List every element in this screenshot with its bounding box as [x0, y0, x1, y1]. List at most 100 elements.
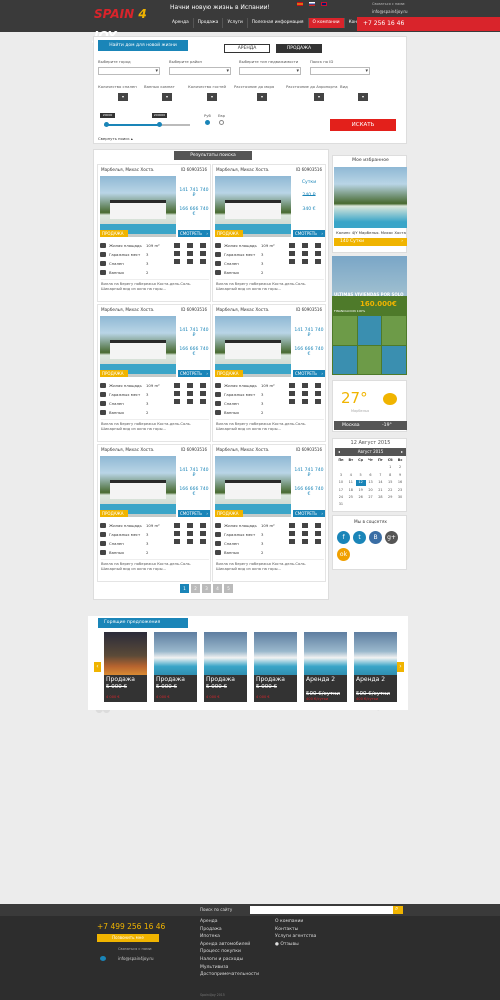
collapse-search-link[interactable]: Свернуть поиск ▴: [98, 136, 133, 141]
footer-link[interactable]: Налоги и расходы: [200, 956, 259, 964]
card-view-button[interactable]: СМОТРЕТЬ ›: [293, 510, 325, 517]
callback-button[interactable]: Позвонить мне: [97, 934, 159, 942]
price-slider-min-handle[interactable]: [104, 122, 109, 127]
city-select[interactable]: [98, 67, 160, 75]
nav-item-sale[interactable]: Продажа: [194, 18, 224, 28]
footer-link[interactable]: Аренда: [200, 918, 259, 926]
footer-link[interactable]: ● Отзывы: [275, 941, 316, 949]
calendar-day[interactable]: 4: [346, 473, 356, 478]
calendar-day[interactable]: 23: [395, 488, 405, 493]
footer-link[interactable]: Достопримечательности: [200, 971, 259, 979]
id-search-input[interactable]: [310, 67, 370, 75]
page-5[interactable]: 5: [224, 584, 233, 593]
calendar-day[interactable]: 15: [385, 480, 395, 485]
card-photo[interactable]: [100, 176, 176, 237]
calendar-day[interactable]: 14: [375, 480, 385, 485]
calendar-day[interactable]: 3: [336, 473, 346, 478]
card-view-button[interactable]: СМОТРЕТЬ ›: [178, 230, 210, 237]
page-2[interactable]: 2: [191, 584, 200, 593]
calendar-day[interactable]: 30: [395, 495, 405, 500]
calendar-day[interactable]: 1: [385, 465, 395, 470]
offer-card[interactable]: Продажа 5 000 € 4 000 €: [204, 632, 247, 702]
calendar-day[interactable]: 29: [385, 495, 395, 500]
footer-link[interactable]: Контакты: [275, 926, 316, 934]
airport-distance-select[interactable]: ▾: [314, 93, 324, 101]
carousel-next-icon[interactable]: ›: [397, 662, 404, 672]
type-select[interactable]: [239, 67, 301, 75]
prev-month-icon[interactable]: ◂: [338, 448, 340, 456]
spain-flag-icon[interactable]: [297, 2, 303, 6]
carousel-prev-icon[interactable]: ‹: [94, 662, 101, 672]
nav-item-rent[interactable]: Аренда: [168, 18, 194, 28]
property-card[interactable]: Марбелья, Михас Хоста. ID 60903516 ПРОДАЖА…: [97, 304, 211, 442]
page-4[interactable]: 4: [213, 584, 222, 593]
calendar-day[interactable]: 8: [385, 473, 395, 478]
nav-item-about[interactable]: О компании: [308, 18, 345, 28]
calendar-day[interactable]: 10: [336, 480, 346, 485]
google-plus-icon[interactable]: g+: [385, 531, 398, 544]
footer-link[interactable]: Ипотека: [200, 933, 259, 941]
odnoklassniki-icon[interactable]: ok: [337, 548, 350, 561]
offer-card[interactable]: Аренда 2 500 €/сутки 400 €/сутки: [304, 632, 347, 702]
promo-banner[interactable]: ULTIMAS VIVIENDAS POR SOLO 160.000€ FINA…: [332, 256, 407, 375]
offer-card[interactable]: Продажа 5 000 € 4 000 €: [104, 632, 147, 702]
vk-icon[interactable]: B: [369, 531, 382, 544]
calendar-day[interactable]: 26: [356, 495, 366, 500]
property-card[interactable]: Марбелья, Михас Хоста. ID 60903516 ПРОДАЖА…: [212, 164, 326, 302]
calendar-day[interactable]: 19: [356, 488, 366, 493]
footer-link[interactable]: Мультивиза: [200, 964, 259, 972]
property-card[interactable]: Марбелья, Михас Хоста. ID 60903516 ПРОДАЖА…: [97, 444, 211, 582]
property-card[interactable]: Марбелья, Михас Хоста. ID 60903516 ПРОДАЖА…: [212, 444, 326, 582]
card-photo[interactable]: [215, 316, 291, 377]
guests-select[interactable]: ▾: [207, 93, 217, 101]
property-card[interactable]: Марбелья, Михас Хоста. ID 60903516 ПРОДАЖА…: [97, 164, 211, 302]
nav-item-services[interactable]: Услуги: [223, 18, 248, 28]
search-button[interactable]: ИСКАТЬ: [330, 119, 396, 131]
card-view-button[interactable]: СМОТРЕТЬ ›: [178, 510, 210, 517]
price-slider-max-handle[interactable]: [157, 122, 162, 127]
bedrooms-select[interactable]: ▾: [118, 93, 128, 101]
page-1[interactable]: 1: [180, 584, 189, 593]
card-photo[interactable]: [215, 456, 291, 517]
card-photo[interactable]: [100, 456, 176, 517]
twitter-icon[interactable]: t: [353, 531, 366, 544]
header-email[interactable]: info@spain4joy.ru: [372, 9, 408, 14]
calendar-day[interactable]: 28: [375, 495, 385, 500]
next-month-icon[interactable]: ▸: [401, 448, 403, 456]
page-3[interactable]: 3: [202, 584, 211, 593]
footer-phone[interactable]: +7 499 256 16 46: [97, 922, 165, 931]
calendar-day[interactable]: 17: [336, 488, 346, 493]
offer-card[interactable]: Аренда 2 500 €/сутки 400 €/сутки: [354, 632, 397, 702]
tab-sale[interactable]: ПРОДАЖА: [276, 44, 322, 53]
card-view-button[interactable]: СМОТРЕТЬ ›: [178, 370, 210, 377]
card-view-button[interactable]: СМОТРЕТЬ ›: [293, 370, 325, 377]
calendar-day[interactable]: 18: [346, 488, 356, 493]
calendar-day[interactable]: 27: [366, 495, 376, 500]
favorite-name[interactable]: Калипс 4JY Марбелья. Михас Хоста: [336, 230, 406, 235]
footer-search-button[interactable]: ⌕: [393, 905, 403, 914]
header-phone[interactable]: +7 256 16 46: [357, 17, 500, 31]
calendar-day[interactable]: 25: [346, 495, 356, 500]
tab-rent[interactable]: АРЕНДА: [224, 44, 270, 53]
russia-flag-icon[interactable]: [309, 2, 315, 6]
currency-eur-radio[interactable]: [219, 120, 224, 125]
footer-link[interactable]: Услуги агентства: [275, 933, 316, 941]
footer-email[interactable]: info@spain4joy.ru: [118, 956, 154, 961]
facebook-icon[interactable]: f: [337, 531, 350, 544]
footer-link[interactable]: Продажа: [200, 926, 259, 934]
offer-card[interactable]: Продажа 5 000 € 4 000 €: [254, 632, 297, 702]
card-photo[interactable]: [100, 316, 176, 377]
calendar-day[interactable]: 16: [395, 480, 405, 485]
calendar-day[interactable]: 7: [375, 473, 385, 478]
uk-flag-icon[interactable]: [321, 2, 327, 6]
calendar-day[interactable]: 9: [395, 473, 405, 478]
currency-rub-radio[interactable]: [205, 120, 210, 125]
calendar-day[interactable]: 31: [336, 502, 346, 507]
calendar-day[interactable]: 11: [346, 480, 356, 485]
calendar-day[interactable]: 5: [356, 473, 366, 478]
district-select[interactable]: [169, 67, 231, 75]
footer-search-input[interactable]: [250, 906, 393, 914]
sea-distance-select[interactable]: ▾: [257, 93, 267, 101]
footer-link[interactable]: Процесс покупки: [200, 948, 259, 956]
logo[interactable]: SPAIN 4 JOY: [94, 3, 156, 43]
